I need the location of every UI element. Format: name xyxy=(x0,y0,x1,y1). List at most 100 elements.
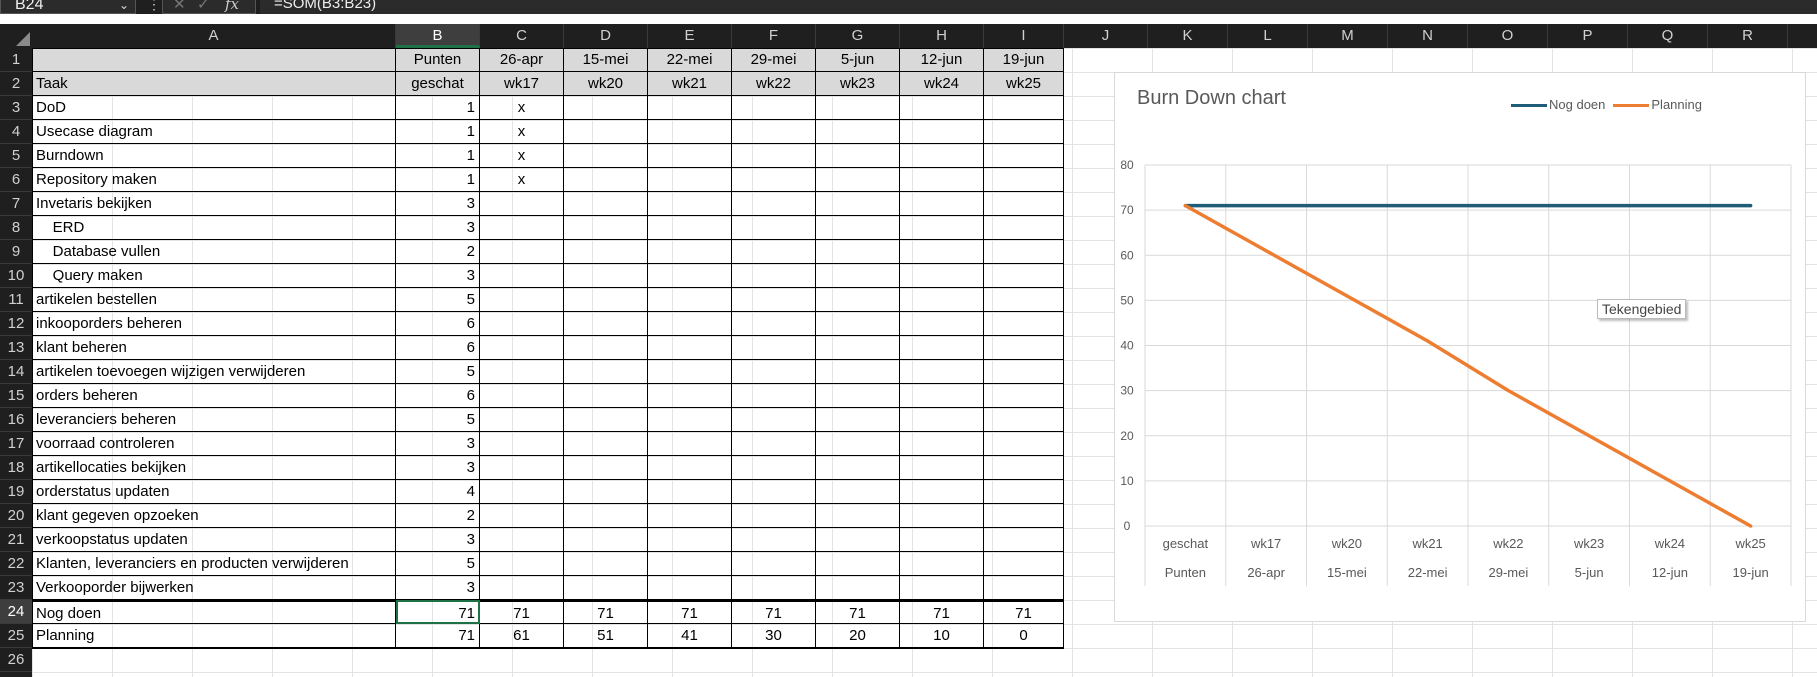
task-done-mark xyxy=(480,504,564,528)
task-cell xyxy=(564,264,648,288)
row-header-20[interactable]: 20 xyxy=(0,504,32,528)
task-cell xyxy=(900,336,984,360)
row-header-14[interactable]: 14 xyxy=(0,360,32,384)
task-done-mark xyxy=(480,456,564,480)
row-header-15[interactable]: 15 xyxy=(0,384,32,408)
row-header-8[interactable]: 8 xyxy=(0,216,32,240)
x-group-label: 29-mei xyxy=(1489,565,1529,580)
task-cell xyxy=(816,384,900,408)
task-cell xyxy=(732,384,816,408)
column-header-c[interactable]: C xyxy=(480,24,564,48)
column-header-bar: ABCDEFGHIJKLMNOPQR xyxy=(0,24,1817,48)
header-blank xyxy=(32,48,396,72)
row-header-4[interactable]: 4 xyxy=(0,120,32,144)
formula-input[interactable]: =SOM(B3:B23) xyxy=(260,0,1817,14)
active-cell-b24[interactable]: 71 xyxy=(396,600,480,624)
name-box[interactable]: B24 ⌄ xyxy=(0,0,136,14)
row-header-13[interactable]: 13 xyxy=(0,336,32,360)
table-left-border xyxy=(32,48,33,648)
column-header-r[interactable]: R xyxy=(1708,24,1788,48)
header-week: wk24 xyxy=(900,72,984,96)
y-tick-label: 30 xyxy=(1120,384,1134,398)
column-header-o[interactable]: O xyxy=(1468,24,1548,48)
column-header-j[interactable]: J xyxy=(1064,24,1148,48)
row-header-18[interactable]: 18 xyxy=(0,456,32,480)
x-group-label: 5-jun xyxy=(1575,565,1604,580)
task-cell xyxy=(732,312,816,336)
column-header-g[interactable]: G xyxy=(816,24,900,48)
task-points: 5 xyxy=(396,408,480,432)
column-header-a[interactable]: A xyxy=(32,24,396,48)
row-header-26[interactable]: 26 xyxy=(0,648,32,672)
confirm-icon[interactable]: ✓ xyxy=(197,0,210,13)
task-points: 1 xyxy=(396,144,480,168)
task-cell xyxy=(984,96,1064,120)
row-header-16[interactable]: 16 xyxy=(0,408,32,432)
row-header-9[interactable]: 9 xyxy=(0,240,32,264)
row-header-21[interactable]: 21 xyxy=(0,528,32,552)
column-header-i[interactable]: I xyxy=(984,24,1064,48)
row-header-10[interactable]: 10 xyxy=(0,264,32,288)
task-cell xyxy=(816,504,900,528)
header-taak: Taak xyxy=(32,72,396,96)
row-header-12[interactable]: 12 xyxy=(0,312,32,336)
x-tick-label: wk21 xyxy=(1411,536,1442,551)
column-header-h[interactable]: H xyxy=(900,24,984,48)
task-done-mark: x xyxy=(480,168,564,192)
task-cell xyxy=(648,312,732,336)
function-icon[interactable]: fx xyxy=(225,0,239,13)
row-header-22[interactable]: 22 xyxy=(0,552,32,576)
row-header-24[interactable]: 24 xyxy=(0,600,32,624)
task-cell xyxy=(732,552,816,576)
task-cell xyxy=(900,120,984,144)
formula-buttons: ✕ ✓ fx xyxy=(162,0,256,14)
column-header-d[interactable]: D xyxy=(564,24,648,48)
row-header-6[interactable]: 6 xyxy=(0,168,32,192)
cancel-icon[interactable]: ✕ xyxy=(173,0,186,13)
row-header-1[interactable]: 1 xyxy=(0,48,32,72)
name-box-value: B24 xyxy=(15,0,44,13)
task-cell xyxy=(900,168,984,192)
task-cell xyxy=(816,96,900,120)
y-tick-label: 0 xyxy=(1124,519,1131,533)
column-header-n[interactable]: N xyxy=(1388,24,1468,48)
x-group-label: 15-mei xyxy=(1327,565,1367,580)
select-all-corner[interactable] xyxy=(0,24,32,48)
column-header-p[interactable]: P xyxy=(1548,24,1628,48)
row-header-17[interactable]: 17 xyxy=(0,432,32,456)
task-cell xyxy=(648,192,732,216)
planning-value: 0 xyxy=(984,624,1064,648)
row-header-19[interactable]: 19 xyxy=(0,480,32,504)
task-cell xyxy=(816,408,900,432)
row-header-7[interactable]: 7 xyxy=(0,192,32,216)
column-header-q[interactable]: Q xyxy=(1628,24,1708,48)
column-header-f[interactable]: F xyxy=(732,24,816,48)
column-header-m[interactable]: M xyxy=(1308,24,1388,48)
burndown-chart[interactable]: Burn Down chart Nog doen Planning 0 10 20 30… xyxy=(1114,72,1806,622)
row-header-3[interactable]: 3 xyxy=(0,96,32,120)
task-name: artikellocaties bekijken xyxy=(32,456,396,480)
task-cell xyxy=(900,432,984,456)
planning-value: 51 xyxy=(564,624,648,648)
row-header-5[interactable]: 5 xyxy=(0,144,32,168)
task-cell xyxy=(564,408,648,432)
nog-doen-value: 71 xyxy=(564,600,648,624)
more-options-icon[interactable]: ⋮ xyxy=(147,0,161,13)
task-cell xyxy=(816,312,900,336)
task-cell xyxy=(816,336,900,360)
row-header-bar: 1 2 3 4 5 6 7 8 9 10 11 12 13 14 15 16 17 18 19 20 21 22 23 24 2… xyxy=(0,48,32,677)
header-date: 19-jun xyxy=(984,48,1064,72)
task-points: 6 xyxy=(396,336,480,360)
column-header-k[interactable]: K xyxy=(1148,24,1228,48)
row-header-2[interactable]: 2 xyxy=(0,72,32,96)
column-header-b[interactable]: B xyxy=(396,24,480,48)
planning-value: 30 xyxy=(732,624,816,648)
row-header-25[interactable]: 25 xyxy=(0,624,32,648)
chevron-down-icon[interactable]: ⌄ xyxy=(119,0,129,14)
column-header-l[interactable]: L xyxy=(1228,24,1308,48)
row-header-23[interactable]: 23 xyxy=(0,576,32,600)
task-cell xyxy=(816,216,900,240)
column-header-e[interactable]: E xyxy=(648,24,732,48)
row-header-11[interactable]: 11 xyxy=(0,288,32,312)
task-points: 6 xyxy=(396,384,480,408)
